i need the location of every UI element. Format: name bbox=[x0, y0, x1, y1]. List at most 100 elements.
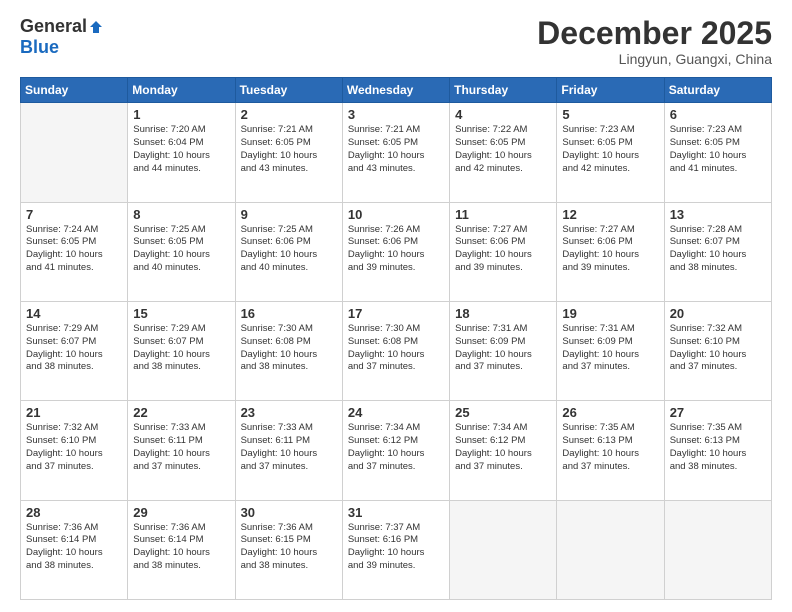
calendar-week-row: 1 Sunrise: 7:20 AM Sunset: 6:04 PM Daylig… bbox=[21, 103, 772, 202]
day-info: Sunrise: 7:33 AM Sunset: 6:11 PM Dayligh… bbox=[241, 422, 337, 473]
day-info: Sunrise: 7:36 AM Sunset: 6:14 PM Dayligh… bbox=[133, 522, 229, 573]
calendar-cell: 25Sunrise: 7:34 AM Sunset: 6:12 PM Dayli… bbox=[450, 401, 557, 500]
day-number: 6 bbox=[670, 107, 766, 122]
calendar-cell: 24 Sunrise: 7:34 AM Sunset: 6:12 PM Dayli… bbox=[342, 401, 449, 500]
header: General Blue December 2025 Lingyun, Guan… bbox=[20, 16, 772, 67]
day-number: 11 bbox=[455, 207, 551, 222]
day-number: 15 bbox=[133, 306, 229, 321]
day-number: 31 bbox=[348, 505, 444, 520]
calendar-cell: 17 Sunrise: 7:30 AM Sunset: 6:08 PM Dayli… bbox=[342, 301, 449, 400]
calendar-week-row: 7 Sunrise: 7:24 AM Sunset: 6:05 PM Daylig… bbox=[21, 202, 772, 301]
logo: General Blue bbox=[20, 16, 103, 58]
calendar-cell: 7 Sunrise: 7:24 AM Sunset: 6:05 PM Daylig… bbox=[21, 202, 128, 301]
calendar-cell: 29 Sunrise: 7:36 AM Sunset: 6:14 PM Dayli… bbox=[128, 500, 235, 599]
day-info: Sunrise: 7:21 AM Sunset: 6:05 PM Dayligh… bbox=[348, 124, 444, 175]
day-info: Sunrise: 7:25 AM Sunset: 6:05 PM Dayligh… bbox=[133, 224, 229, 275]
day-info: Sunrise: 7:26 AM Sunset: 6:06 PM Dayligh… bbox=[348, 224, 444, 275]
calendar-cell: 1 Sunrise: 7:20 AM Sunset: 6:04 PM Daylig… bbox=[128, 103, 235, 202]
day-number: 23 bbox=[241, 405, 337, 420]
day-info: Sunrise: 7:36 AM Sunset: 6:14 PM Dayligh… bbox=[26, 522, 122, 573]
day-info: Sunrise: 7:27 AM Sunset: 6:06 PM Dayligh… bbox=[562, 224, 658, 275]
day-info: Sunrise: 7:34 AM Sunset: 6:12 PM Dayligh… bbox=[348, 422, 444, 473]
calendar-cell: 9 Sunrise: 7:25 AM Sunset: 6:06 PM Daylig… bbox=[235, 202, 342, 301]
day-info: Sunrise: 7:31 AM Sunset: 6:09 PM Dayligh… bbox=[562, 323, 658, 374]
day-info: Sunrise: 7:37 AM Sunset: 6:16 PM Dayligh… bbox=[348, 522, 444, 573]
day-number: 22 bbox=[133, 405, 229, 420]
day-info: Sunrise: 7:29 AM Sunset: 6:07 PM Dayligh… bbox=[133, 323, 229, 374]
month-title: December 2025 bbox=[537, 16, 772, 51]
calendar-header-row: SundayMondayTuesdayWednesdayThursdayFrid… bbox=[21, 78, 772, 103]
calendar-cell bbox=[664, 500, 771, 599]
day-info: Sunrise: 7:27 AM Sunset: 6:06 PM Dayligh… bbox=[455, 224, 551, 275]
day-info: Sunrise: 7:29 AM Sunset: 6:07 PM Dayligh… bbox=[26, 323, 122, 374]
calendar-week-row: 28 Sunrise: 7:36 AM Sunset: 6:14 PM Dayli… bbox=[21, 500, 772, 599]
day-info: Sunrise: 7:35 AM Sunset: 6:13 PM Dayligh… bbox=[562, 422, 658, 473]
calendar-cell: 23 Sunrise: 7:33 AM Sunset: 6:11 PM Dayli… bbox=[235, 401, 342, 500]
calendar-table: SundayMondayTuesdayWednesdayThursdayFrid… bbox=[20, 77, 772, 600]
weekday-header: Thursday bbox=[450, 78, 557, 103]
calendar-cell: 3 Sunrise: 7:21 AM Sunset: 6:05 PM Daylig… bbox=[342, 103, 449, 202]
day-info: Sunrise: 7:22 AM Sunset: 6:05 PM Dayligh… bbox=[455, 124, 551, 175]
calendar-cell: 26 Sunrise: 7:35 AM Sunset: 6:13 PM Dayli… bbox=[557, 401, 664, 500]
day-number: 29 bbox=[133, 505, 229, 520]
day-number: 30 bbox=[241, 505, 337, 520]
day-info: Sunrise: 7:23 AM Sunset: 6:05 PM Dayligh… bbox=[670, 124, 766, 175]
calendar-cell: 4 Sunrise: 7:22 AM Sunset: 6:05 PM Daylig… bbox=[450, 103, 557, 202]
calendar-cell bbox=[21, 103, 128, 202]
calendar-cell: 22 Sunrise: 7:33 AM Sunset: 6:11 PM Dayli… bbox=[128, 401, 235, 500]
calendar-cell: 30 Sunrise: 7:36 AM Sunset: 6:15 PM Dayli… bbox=[235, 500, 342, 599]
day-info: Sunrise: 7:31 AM Sunset: 6:09 PM Dayligh… bbox=[455, 323, 551, 374]
day-info: Sunrise: 7:36 AM Sunset: 6:15 PM Dayligh… bbox=[241, 522, 337, 573]
day-number: 4 bbox=[455, 107, 551, 122]
day-info: Sunrise: 7:35 AM Sunset: 6:13 PM Dayligh… bbox=[670, 422, 766, 473]
day-info: Sunrise: 7:25 AM Sunset: 6:06 PM Dayligh… bbox=[241, 224, 337, 275]
day-number: 24 bbox=[348, 405, 444, 420]
day-info: Sunrise: 7:24 AM Sunset: 6:05 PM Dayligh… bbox=[26, 224, 122, 275]
calendar-cell: 31 Sunrise: 7:37 AM Sunset: 6:16 PM Dayli… bbox=[342, 500, 449, 599]
day-number: 2 bbox=[241, 107, 337, 122]
day-number: 20 bbox=[670, 306, 766, 321]
calendar-cell: 28 Sunrise: 7:36 AM Sunset: 6:14 PM Dayli… bbox=[21, 500, 128, 599]
day-info: Sunrise: 7:28 AM Sunset: 6:07 PM Dayligh… bbox=[670, 224, 766, 275]
day-number: 10 bbox=[348, 207, 444, 222]
day-info: Sunrise: 7:30 AM Sunset: 6:08 PM Dayligh… bbox=[348, 323, 444, 374]
calendar-cell: 20 Sunrise: 7:32 AM Sunset: 6:10 PM Dayli… bbox=[664, 301, 771, 400]
weekday-header: Friday bbox=[557, 78, 664, 103]
logo-icon bbox=[89, 20, 103, 34]
calendar-cell bbox=[557, 500, 664, 599]
weekday-header: Wednesday bbox=[342, 78, 449, 103]
day-number: 8 bbox=[133, 207, 229, 222]
day-info: Sunrise: 7:33 AM Sunset: 6:11 PM Dayligh… bbox=[133, 422, 229, 473]
title-block: December 2025 Lingyun, Guangxi, China bbox=[537, 16, 772, 67]
day-info: Sunrise: 7:20 AM Sunset: 6:04 PM Dayligh… bbox=[133, 124, 229, 175]
day-number: 7 bbox=[26, 207, 122, 222]
day-number: 28 bbox=[26, 505, 122, 520]
day-number: 26 bbox=[562, 405, 658, 420]
calendar-cell bbox=[450, 500, 557, 599]
day-number: 18 bbox=[455, 306, 551, 321]
day-info: Sunrise: 7:34 AM Sunset: 6:12 PM Dayligh… bbox=[455, 422, 551, 473]
calendar-cell: 12Sunrise: 7:27 AM Sunset: 6:06 PM Dayli… bbox=[557, 202, 664, 301]
location: Lingyun, Guangxi, China bbox=[537, 51, 772, 67]
weekday-header: Saturday bbox=[664, 78, 771, 103]
calendar-cell: 11 Sunrise: 7:27 AM Sunset: 6:06 PM Dayli… bbox=[450, 202, 557, 301]
day-info: Sunrise: 7:30 AM Sunset: 6:08 PM Dayligh… bbox=[241, 323, 337, 374]
calendar-week-row: 14Sunrise: 7:29 AM Sunset: 6:07 PM Dayli… bbox=[21, 301, 772, 400]
calendar-cell: 14Sunrise: 7:29 AM Sunset: 6:07 PM Dayli… bbox=[21, 301, 128, 400]
day-number: 17 bbox=[348, 306, 444, 321]
calendar-cell: 15 Sunrise: 7:29 AM Sunset: 6:07 PM Dayli… bbox=[128, 301, 235, 400]
calendar-cell: 10 Sunrise: 7:26 AM Sunset: 6:06 PM Dayli… bbox=[342, 202, 449, 301]
day-number: 21 bbox=[26, 405, 122, 420]
day-number: 19 bbox=[562, 306, 658, 321]
calendar-cell: 19 Sunrise: 7:31 AM Sunset: 6:09 PM Dayli… bbox=[557, 301, 664, 400]
day-number: 16 bbox=[241, 306, 337, 321]
weekday-header: Tuesday bbox=[235, 78, 342, 103]
day-number: 3 bbox=[348, 107, 444, 122]
calendar-cell: 21Sunrise: 7:32 AM Sunset: 6:10 PM Dayli… bbox=[21, 401, 128, 500]
calendar-cell: 5Sunrise: 7:23 AM Sunset: 6:05 PM Daylig… bbox=[557, 103, 664, 202]
day-number: 9 bbox=[241, 207, 337, 222]
day-number: 1 bbox=[133, 107, 229, 122]
day-info: Sunrise: 7:32 AM Sunset: 6:10 PM Dayligh… bbox=[670, 323, 766, 374]
calendar-cell: 27Sunrise: 7:35 AM Sunset: 6:13 PM Dayli… bbox=[664, 401, 771, 500]
weekday-header: Sunday bbox=[21, 78, 128, 103]
